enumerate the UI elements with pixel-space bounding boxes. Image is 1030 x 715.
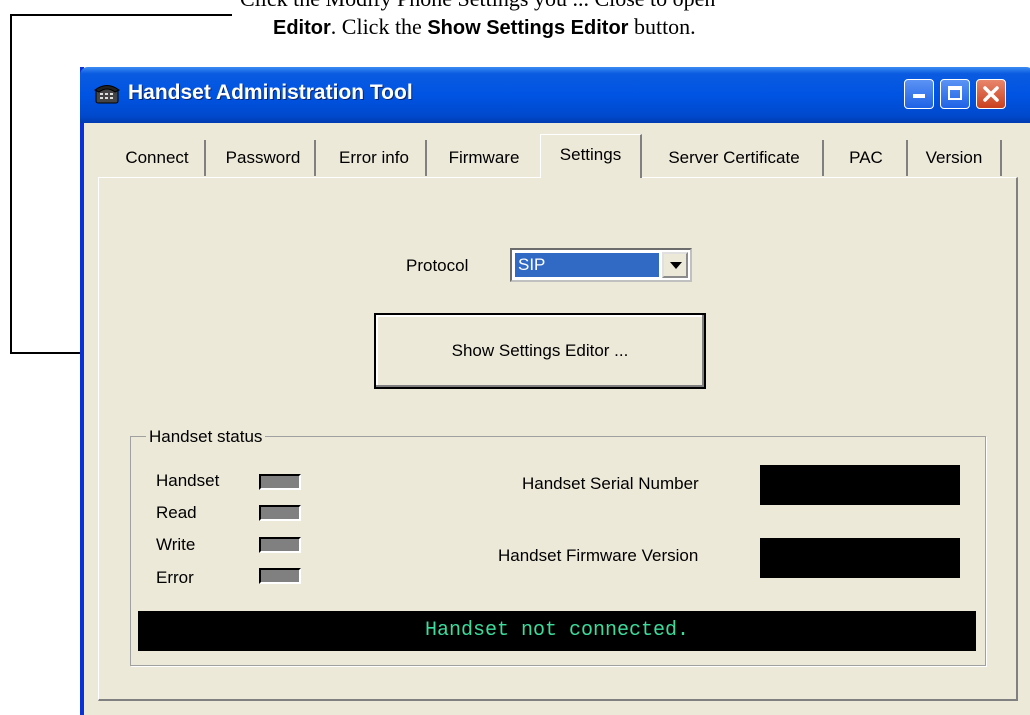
maximize-button[interactable]	[940, 79, 970, 109]
chevron-down-icon	[670, 262, 682, 269]
tab-pac[interactable]: PAC	[830, 140, 902, 176]
indicator-led-handset	[259, 474, 301, 490]
minimize-button[interactable]	[904, 79, 934, 109]
tab-firmware[interactable]: Firmware	[436, 140, 532, 176]
protocol-select[interactable]: SIP	[510, 248, 692, 282]
minimize-icon	[913, 94, 925, 98]
doc-text-top-line: Click the Modify Phone Settings you ... …	[240, 0, 715, 12]
tab-server-certificate[interactable]: Server Certificate	[646, 140, 824, 176]
connection-status-bar: Handset not connected.	[138, 611, 976, 651]
indicator-label-handset: Handset	[156, 471, 220, 490]
phone-icon	[94, 85, 120, 104]
doc-bold-button-name: Show Settings Editor	[427, 17, 629, 39]
indicator-label-write: Write	[156, 535, 196, 554]
protocol-label: Protocol	[406, 256, 469, 275]
close-icon	[983, 86, 999, 102]
serial-number-label: Handset Serial Number	[522, 474, 699, 493]
protocol-select-value: SIP	[515, 253, 659, 277]
window-title: Handset Administration Tool	[128, 81, 413, 104]
doc-text-end: button.	[628, 14, 696, 39]
indicator-led-error	[259, 568, 301, 584]
serial-number-field	[760, 465, 960, 505]
tab-settings[interactable]: Settings	[540, 134, 642, 178]
title-bar[interactable]: Handset Administration Tool	[80, 67, 1030, 123]
indicator-label-error: Error	[156, 568, 194, 587]
callout-line-top	[10, 14, 232, 16]
protocol-dropdown-button[interactable]	[662, 252, 688, 278]
doc-instruction-text: Editor. Click the Show Settings Editor b…	[273, 14, 696, 40]
indicator-label-read: Read	[156, 503, 197, 522]
tab-version[interactable]: Version	[906, 140, 1002, 176]
doc-bold-editor: Editor	[273, 17, 331, 39]
close-button[interactable]	[976, 79, 1006, 109]
maximize-icon	[948, 86, 962, 100]
handset-status-title: Handset status	[146, 427, 266, 447]
firmware-version-label: Handset Firmware Version	[498, 546, 699, 565]
firmware-version-field	[760, 538, 960, 578]
indicator-led-write	[259, 537, 301, 553]
doc-text-mid: . Click the	[330, 14, 428, 39]
show-settings-editor-button[interactable]: Show Settings Editor ...	[374, 313, 706, 389]
callout-line-vertical	[10, 14, 12, 354]
indicator-led-read	[259, 505, 301, 521]
tab-error-info[interactable]: Error info	[323, 140, 427, 176]
tab-password[interactable]: Password	[212, 140, 316, 176]
tab-connect[interactable]: Connect	[110, 140, 206, 176]
